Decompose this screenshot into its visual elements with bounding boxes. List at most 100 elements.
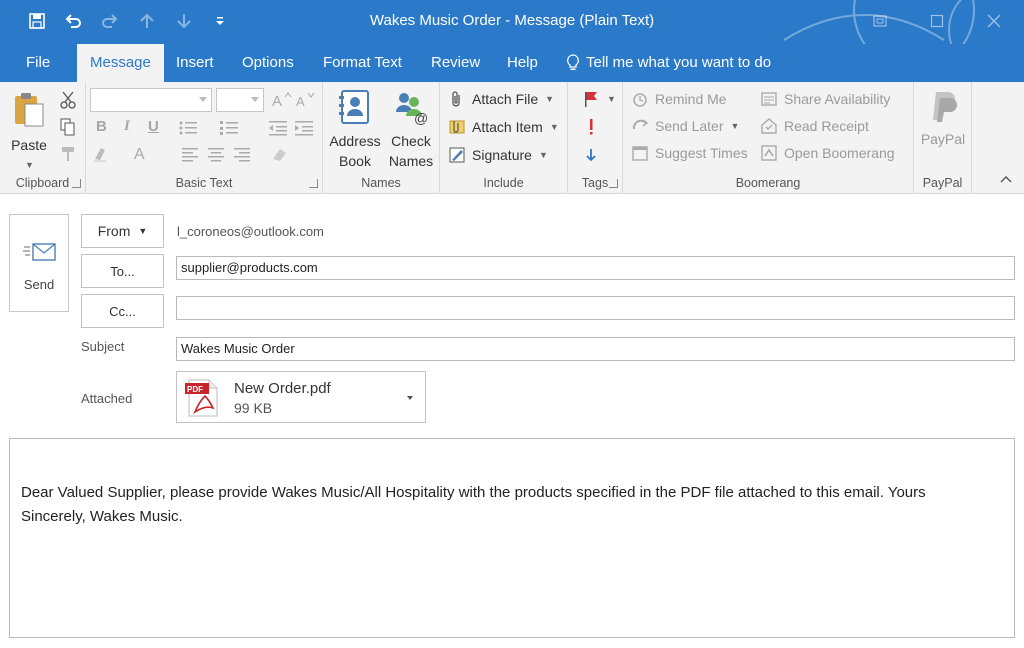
increase-indent-icon[interactable] [293,119,315,137]
from-button[interactable]: From ▼ [81,214,164,248]
message-body-text: Dear Valued Supplier, please provide Wak… [21,484,926,525]
tab-message[interactable]: Message [77,44,164,82]
svg-text:@: @ [414,110,428,126]
send-label: Send [23,277,55,292]
italic-icon[interactable]: I [124,118,130,135]
to-button[interactable]: To... [81,254,164,288]
attach-file-button[interactable]: Attach File ▼ [448,90,554,108]
message-body[interactable]: Dear Valued Supplier, please provide Wak… [9,438,1015,638]
chevron-down-icon: ▼ [607,94,616,104]
open-boomerang-button[interactable]: Open Boomerang [760,144,895,162]
paypal-label: PayPal [922,176,963,190]
tab-format-text[interactable]: Format Text [310,44,415,82]
paypal-group: PayPal PayPal [914,82,972,194]
chevron-down-icon: ▼ [138,226,148,236]
font-size-combo[interactable] [216,88,264,112]
attach-item-label: Attach Item [472,119,543,135]
paste-button[interactable]: Paste ▼ [6,90,52,175]
ribbon: Paste ▼ Clipboard A A B I U A Basic Text… [0,82,1024,194]
collapse-ribbon-icon[interactable] [1000,174,1012,186]
numbering-icon[interactable] [219,119,241,137]
address-book-label-1: Address [329,133,381,149]
cut-icon[interactable] [57,91,79,109]
bullets-icon[interactable] [178,119,200,137]
send-icon [23,243,56,261]
read-receipt-button[interactable]: Read Receipt [760,117,869,135]
share-availability-button[interactable]: Share Availability [760,90,890,108]
send-later-button[interactable]: Send Later ▼ [631,117,739,135]
chevron-down-icon[interactable] [407,396,413,400]
attach-file-label: Attach File [472,91,539,107]
svg-text:A: A [272,93,282,109]
chevron-down-icon: ▼ [730,121,740,131]
lightbulb-icon [567,54,579,70]
dialog-launcher-icon[interactable] [309,179,318,188]
format-painter-icon[interactable] [57,145,79,163]
remind-me-button[interactable]: Remind Me [631,90,727,108]
pdf-file-icon: PDF [185,379,218,417]
align-center-icon[interactable] [206,146,228,164]
restore-ribbon-icon[interactable] [865,8,895,34]
to-label: To... [110,263,135,279]
cc-field[interactable] [176,296,1015,320]
grow-font-icon[interactable]: A [270,91,292,110]
to-field[interactable]: supplier@products.com [176,256,1015,280]
subject-field[interactable]: Wakes Music Order [176,337,1015,361]
bold-icon[interactable]: B [96,118,107,135]
highlight-icon[interactable] [92,145,114,163]
from-label: From [97,223,131,239]
include-group: Attach File ▼ Attach Item ▼ Signature ▼ Inc… [440,82,568,194]
svg-text:A: A [296,94,305,109]
tab-file[interactable]: File [13,44,63,82]
send-button[interactable]: Send [9,214,69,312]
close-icon[interactable] [979,8,1009,34]
low-importance-icon [582,146,600,164]
high-importance-button[interactable] [582,118,600,136]
svg-text:A: A [134,146,145,162]
shrink-font-icon[interactable]: A [294,91,316,109]
address-book-button[interactable]: Address Book [327,88,383,171]
low-importance-button[interactable] [582,146,600,164]
names-label: Names [361,176,401,190]
calendar-icon [631,144,649,162]
title-bar: Wakes Music Order - Message (Plain Text) [0,0,1024,44]
check-names-button[interactable]: @ Check Names [384,88,438,171]
tab-options[interactable]: Options [229,44,307,82]
suggest-times-button[interactable]: Suggest Times [631,144,748,162]
clear-formatting-icon[interactable] [269,146,291,164]
signature-button[interactable]: Signature ▼ [448,146,548,164]
chevron-down-icon: ▼ [25,160,34,170]
follow-up-button[interactable]: ▼ [582,90,616,108]
read-receipt-label: Read Receipt [784,118,869,134]
ribbon-tabs: File Message Insert Options Format Text … [0,44,1024,82]
address-book-label-2: Book [339,153,371,169]
dialog-launcher-icon[interactable] [609,179,618,188]
font-color-icon[interactable]: A [132,144,154,163]
open-boomerang-icon [760,144,778,162]
dialog-launcher-icon[interactable] [72,179,81,188]
check-names-label-1: Check [391,133,431,149]
basic-text-label: Basic Text [175,176,233,190]
align-left-icon[interactable] [180,146,202,164]
maximize-icon[interactable] [922,8,952,34]
paypal-button[interactable]: PayPal [916,90,970,149]
alarm-clock-icon [631,90,649,108]
tab-insert[interactable]: Insert [163,44,227,82]
boomerang-icon [631,117,649,135]
attach-item-button[interactable]: Attach Item ▼ [448,118,559,136]
decrease-indent-icon[interactable] [267,119,289,137]
signature-icon [448,146,466,164]
align-right-icon[interactable] [232,146,254,164]
cc-button[interactable]: Cc... [81,294,164,328]
tab-help[interactable]: Help [494,44,551,82]
attach-item-icon [448,118,466,136]
copy-icon[interactable] [57,118,79,136]
font-name-combo[interactable] [90,88,212,112]
send-later-label: Send Later [655,118,724,134]
underline-icon[interactable]: U [148,118,159,135]
tell-me-search[interactable]: Tell me what you want to do [566,44,771,82]
attachment-chip[interactable]: PDF New Order.pdf 99 KB [176,371,426,423]
check-names-icon: @ [396,93,428,126]
boomerang-group: Remind Me Send Later ▼ Suggest Times Shar… [623,82,914,194]
tab-review[interactable]: Review [418,44,493,82]
